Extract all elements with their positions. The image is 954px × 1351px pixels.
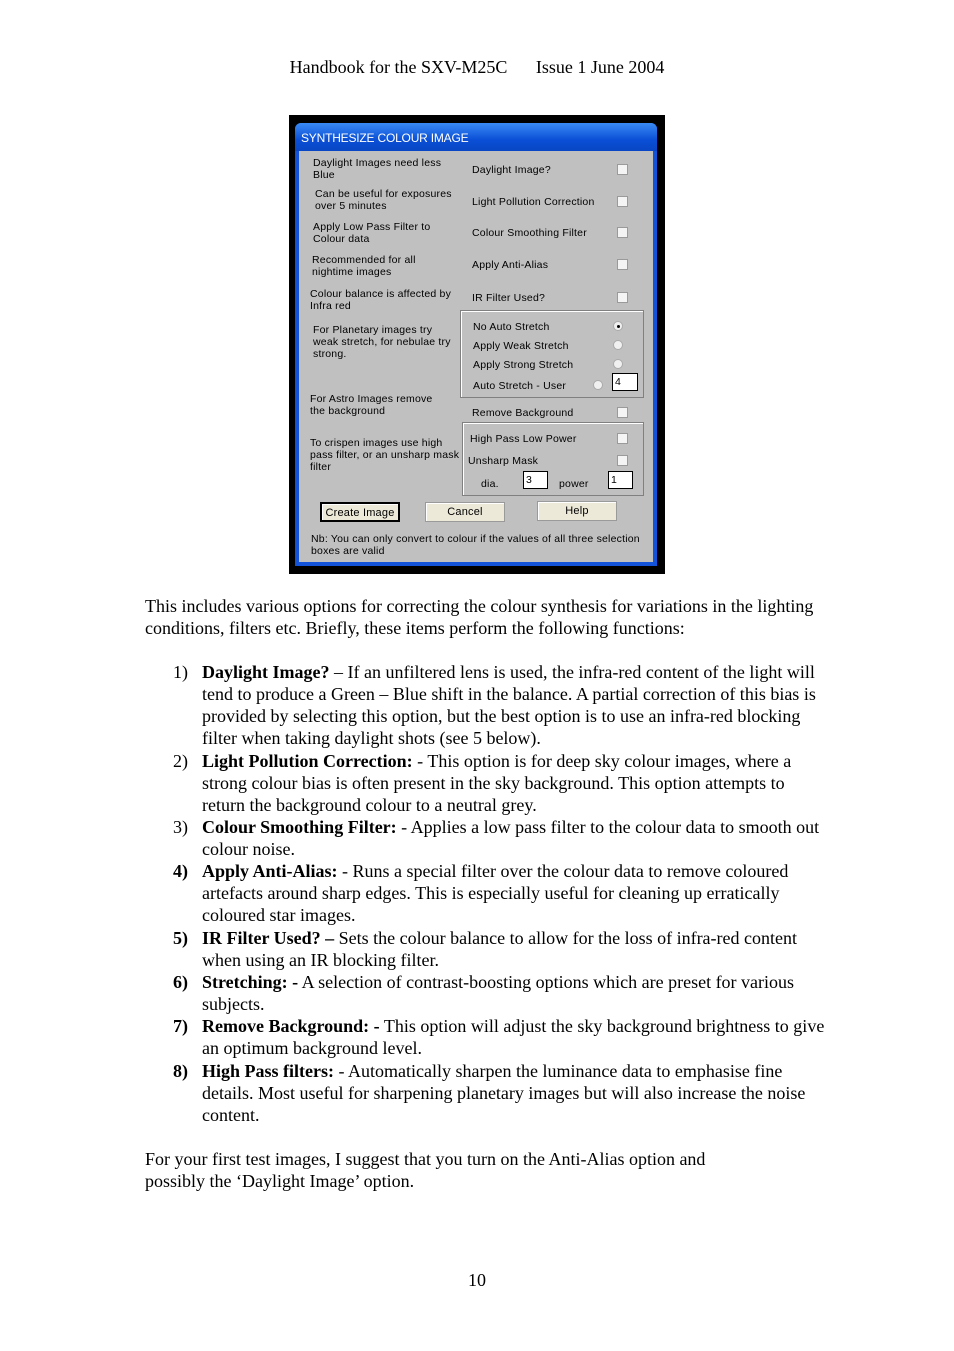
handbook-title: Handbook for the SXV-M25C xyxy=(289,57,508,77)
help-button[interactable]: Help xyxy=(537,501,617,521)
synthesize-dialog: SYNTHESIZE COLOUR IMAGE Daylight Images … xyxy=(295,123,657,566)
daylight-label: Daylight Image? xyxy=(472,164,551,176)
daylight-checkbox[interactable] xyxy=(617,164,628,175)
unsharp-checkbox[interactable] xyxy=(617,455,628,466)
anti-alias-label: Apply Anti-Alias xyxy=(472,259,549,271)
remove-background-label: Remove Background xyxy=(472,407,574,419)
dialog-client: Daylight Images need less Blue Can be us… xyxy=(299,151,653,562)
user-stretch-radio[interactable] xyxy=(593,380,603,390)
strong-stretch-label: Apply Strong Stretch xyxy=(473,359,574,371)
hint-high-pass: To crispen images use high pass filter, … xyxy=(310,437,460,473)
closing-paragraph: For your first test images, I suggest th… xyxy=(145,1149,706,1191)
light-pollution-label: Light Pollution Correction xyxy=(472,196,595,208)
ir-filter-checkbox[interactable] xyxy=(617,292,628,303)
ir-filter-label: IR Filter Used? xyxy=(472,292,546,304)
hint-stretch: For Planetary images try weak stretch, f… xyxy=(313,324,451,360)
smoothing-label: Colour Smoothing Filter xyxy=(472,227,587,239)
hint-anti-alias: Recommended for all nightime images xyxy=(312,254,416,278)
user-stretch-label: Auto Stretch - User xyxy=(473,380,567,392)
weak-stretch-label: Apply Weak Stretch xyxy=(473,340,569,352)
power-label: power xyxy=(559,478,589,490)
smoothing-checkbox[interactable] xyxy=(617,227,628,238)
dialog-title: SYNTHESIZE COLOUR IMAGE xyxy=(295,123,657,151)
cancel-button[interactable]: Cancel xyxy=(425,502,505,522)
hint-ir-filter: Colour balance is affected by Infra red xyxy=(310,288,452,312)
no-stretch-radio[interactable] xyxy=(613,321,623,331)
hint-background: For Astro Images remove the background xyxy=(310,393,433,417)
high-pass-label: High Pass Low Power xyxy=(470,433,577,445)
strong-stretch-radio[interactable] xyxy=(613,359,623,369)
intro-paragraph: This includes various options for correc… xyxy=(145,596,814,638)
issue-date: Issue 1 June 2004 xyxy=(535,57,665,77)
remove-background-checkbox[interactable] xyxy=(617,407,628,418)
power-input[interactable]: 1 xyxy=(608,471,633,489)
anti-alias-checkbox[interactable] xyxy=(617,259,628,270)
hint-light-pollution: Can be useful for exposures over 5 minut… xyxy=(315,188,452,212)
light-pollution-checkbox[interactable] xyxy=(617,196,628,207)
weak-stretch-radio[interactable] xyxy=(613,340,623,350)
create-image-button[interactable]: Create Image xyxy=(320,502,400,522)
hint-daylight: Daylight Images need less Blue xyxy=(313,157,442,181)
dia-input[interactable]: 3 xyxy=(523,471,548,489)
page-number: 10 xyxy=(468,1270,486,1290)
hint-smoothing: Apply Low Pass Filter to Colour data xyxy=(313,221,431,245)
page-header: Handbook for the SXV-M25C Issue 1 June 2… xyxy=(0,57,954,78)
dialog-screenshot: SYNTHESIZE COLOUR IMAGE Daylight Images … xyxy=(289,115,665,574)
no-stretch-label: No Auto Stretch xyxy=(473,321,550,333)
high-pass-checkbox[interactable] xyxy=(617,433,628,444)
unsharp-label: Unsharp Mask xyxy=(468,455,539,467)
dialog-note: Nb: You can only convert to colour if th… xyxy=(311,533,640,557)
dia-label: dia. xyxy=(481,478,499,490)
user-stretch-input[interactable]: 4 xyxy=(612,373,638,391)
